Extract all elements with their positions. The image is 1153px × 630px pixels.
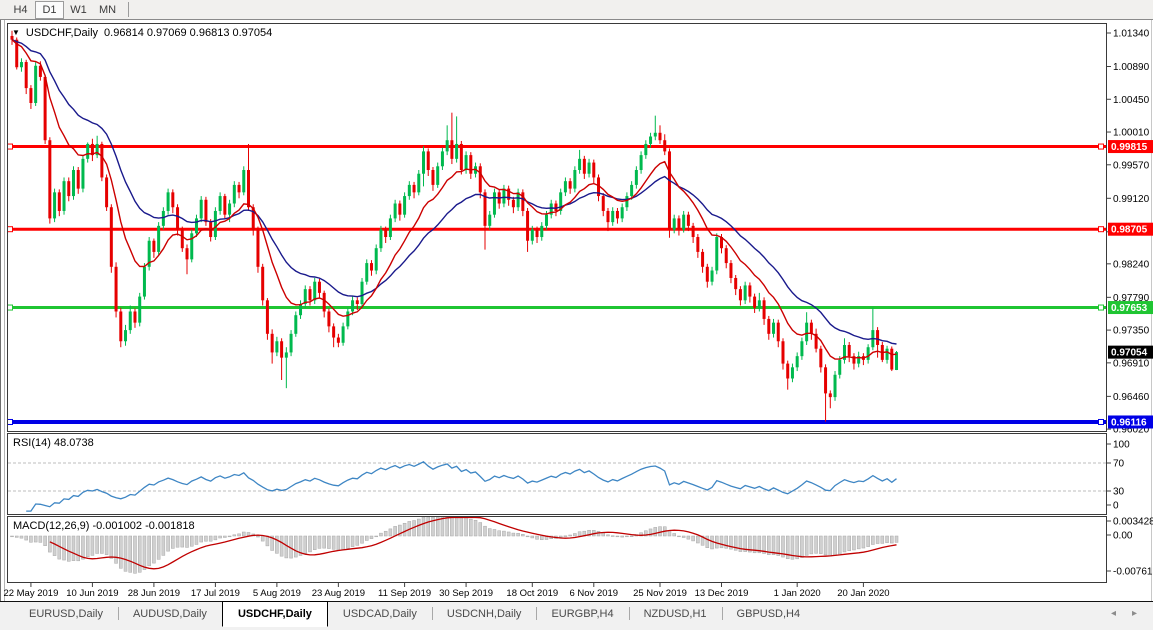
tab-scroll-buttons: ◂ ▸ [1111,608,1137,619]
hline-handle[interactable] [8,419,13,424]
chart-tab-nzdusd[interactable]: NZDUSD,H1 [629,603,722,625]
hline-handle[interactable] [8,227,13,232]
hline-handle[interactable] [1099,144,1104,149]
macd-axis-label: -0.007615 [1113,567,1153,578]
chart-ohlc-values: 0.96814 0.97069 0.96813 0.97054 [104,27,272,39]
hline-handle[interactable] [8,305,13,310]
rsi-axis-label: 30 [1113,487,1125,498]
mt4-window: { "toolbar": { "buttons": [ {"label": "H… [0,0,1153,630]
rsi-axis-label: 70 [1113,459,1125,470]
date-axis-label[interactable]: 30 Sep 2019 [439,588,493,599]
price-badge-label: 0.97653 [1111,303,1148,314]
price-badge-label: 0.97054 [1111,348,1148,359]
price-axis-label: 0.97350 [1113,326,1150,337]
date-axis-label[interactable]: 5 Aug 2019 [253,588,301,599]
tab-scroll-right-icon[interactable]: ▸ [1132,608,1137,619]
date-axis-label[interactable]: 1 Jan 2020 [774,588,821,599]
main-pane-bg[interactable] [8,24,1107,432]
rsi-pane-bg[interactable] [8,434,1107,515]
chart-title: ▼ USDCHF,Daily 0.96814 0.97069 0.96813 0… [12,27,272,39]
price-axis-label: 0.96460 [1113,392,1150,403]
date-axis-label[interactable]: 13 Dec 2019 [695,588,749,599]
chart-tab-gbpusd[interactable]: GBPUSD,H4 [722,603,816,625]
macd-indicator-label: MACD(12,26,9) -0.001002 -0.001818 [13,520,195,532]
chart-tab-audusd[interactable]: AUDUSD,Daily [118,603,222,625]
hline-handle[interactable] [1099,419,1104,424]
date-axis-label[interactable]: 25 Nov 2019 [633,588,687,599]
date-axis-label[interactable]: 10 Jun 2019 [66,588,118,599]
price-axis-label: 1.00890 [1113,62,1150,73]
chart-tab-eurusd[interactable]: EURUSD,Daily [14,603,118,625]
date-axis-label[interactable]: 22 May 2019 [3,588,58,599]
price-badge-label: 0.98705 [1111,225,1148,236]
date-axis-label[interactable]: 6 Nov 2019 [569,588,618,599]
price-axis-label: 0.96910 [1113,358,1150,369]
chart-tab-eurgbp[interactable]: EURGBP,H4 [536,603,628,625]
date-axis-label[interactable]: 11 Sep 2019 [378,588,431,599]
price-axis-label: 1.00010 [1113,128,1150,139]
date-axis-label[interactable]: 18 Oct 2019 [506,588,558,599]
chart-tab-usdcad[interactable]: USDCAD,Daily [328,603,432,625]
hline-handle[interactable] [8,144,13,149]
macd-axis-label: 0.00 [1113,531,1133,542]
chart-tab-usdcnh[interactable]: USDCNH,Daily [432,603,537,625]
date-axis-label[interactable]: 23 Aug 2019 [312,588,365,599]
chart-symbol-label: USDCHF,Daily [26,27,98,39]
price-axis-label: 0.98240 [1113,259,1150,270]
macd-axis-label: 0.003428 [1113,517,1153,528]
price-badge-label: 0.99815 [1111,142,1148,153]
date-axis-label[interactable]: 17 Jul 2019 [191,588,240,599]
rsi-axis-label: 0 [1113,501,1119,512]
chart-tab-bar: EURUSD,DailyAUDUSD,DailyUSDCHF,DailyUSDC… [0,601,1153,630]
price-axis-label: 1.00450 [1113,95,1150,106]
hline-handle[interactable] [1099,305,1104,310]
chart-canvas[interactable]: 1.01340 1.00890 1.00450 1.00010 0.99570 0.991… [0,0,1153,601]
hline-handle[interactable] [1099,227,1104,232]
date-axis-label[interactable]: 28 Jun 2019 [128,588,180,599]
chart-tab-usdchf[interactable]: USDCHF,Daily [222,601,328,627]
price-axis-label: 1.01340 [1113,29,1150,40]
symbol-dropdown-icon[interactable]: ▼ [12,28,20,37]
rsi-indicator-label: RSI(14) 48.0738 [13,437,94,449]
price-badge-label: 0.96116 [1111,417,1147,428]
rsi-axis-label: 100 [1113,440,1130,451]
price-axis-label: 0.99570 [1113,160,1150,171]
tab-scroll-left-icon[interactable]: ◂ [1111,608,1116,619]
price-axis-label: 0.99120 [1113,194,1150,205]
date-axis-label[interactable]: 20 Jan 2020 [837,588,889,599]
